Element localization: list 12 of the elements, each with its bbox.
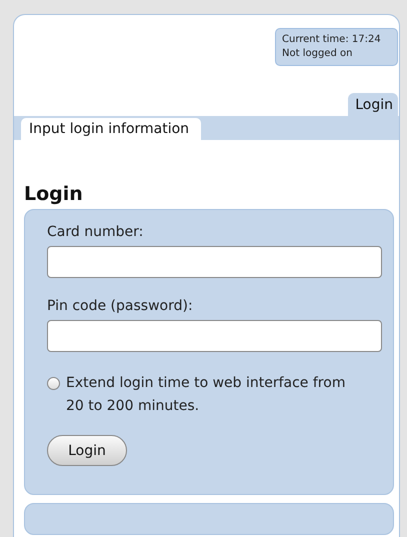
subtab[interactable]: Input login information bbox=[21, 118, 202, 140]
checkbox-label: Extend login time to web interface from 20 to 200 minutes. bbox=[66, 374, 346, 416]
login-tab[interactable]: Login bbox=[348, 93, 398, 116]
password-field[interactable] bbox=[47, 320, 382, 352]
field-label: Pin code (password): bbox=[47, 298, 194, 314]
page-heading: Login bbox=[24, 183, 84, 205]
radio-checkbox[interactable] bbox=[47, 377, 60, 390]
card-number-field[interactable] bbox=[47, 246, 382, 278]
current-time: Current time: 17:24 bbox=[282, 33, 382, 47]
login-status: Not logged on bbox=[282, 47, 354, 61]
login-button[interactable]: Login bbox=[47, 435, 127, 466]
field-label: Card number: bbox=[47, 224, 144, 240]
